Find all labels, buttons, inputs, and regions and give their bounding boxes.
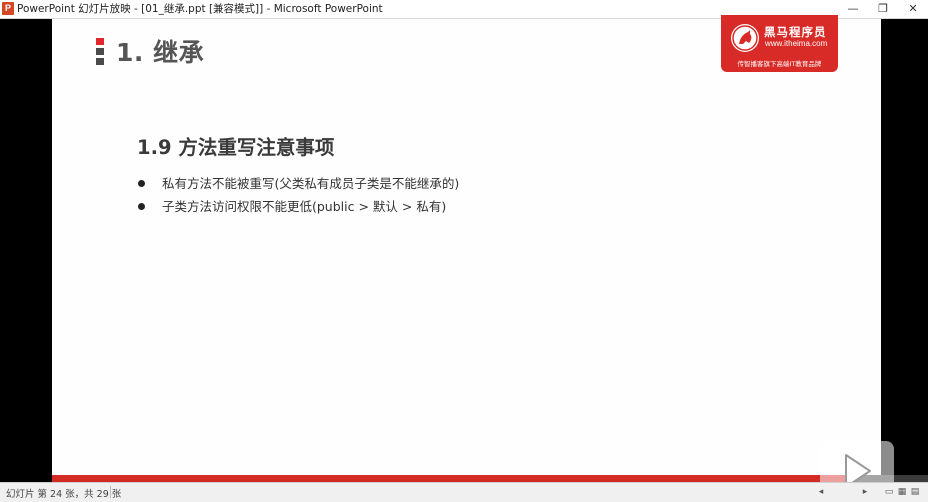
list-item: 子类方法访问权限不能更低(public > 默认 > 私有) — [136, 199, 459, 222]
window-title: PowerPoint 幻灯片放映 - [01_继承.ppt [兼容模式]] - … — [17, 3, 383, 15]
slide[interactable]: 1. 继承 黑马程序员 www.itheima.com 传智播客旗下高端IT教育… — [52, 15, 928, 482]
status-divider — [110, 486, 111, 498]
logo-name: 黑马程序员 — [764, 25, 827, 39]
slide-title: 1. 继承 — [116, 38, 205, 67]
reading-view-icon[interactable]: ▤ — [910, 487, 920, 497]
restore-button[interactable]: ❐ — [868, 0, 898, 18]
status-bar: 幻灯片 第 24 张，共 29 张 ◂ ▸ ▭ ▦ ▤ — [0, 482, 928, 502]
footer-bar — [52, 475, 881, 482]
bullet-text: 子类方法访问权限不能更低(public > 默认 > 私有) — [162, 199, 447, 214]
prev-slide-icon[interactable]: ◂ — [816, 487, 826, 497]
logo-url: www.itheima.com — [765, 39, 828, 48]
title-marker-gray — [96, 58, 104, 65]
slide-sorter-icon[interactable]: ▦ — [897, 487, 907, 497]
title-marker-red — [96, 38, 104, 45]
close-button[interactable]: ✕ — [898, 0, 928, 18]
bullet-text: 私有方法不能被重写(父类私有成员子类是不能继承的) — [162, 176, 460, 191]
bullet-list: 私有方法不能被重写(父类私有成员子类是不能继承的) 子类方法访问权限不能更低(p… — [136, 176, 459, 222]
bullet-dot-icon — [138, 203, 145, 210]
horse-emblem-icon — [731, 24, 759, 52]
slide-counter: 幻灯片 第 24 张，共 29 张 — [6, 489, 122, 500]
slideshow-stage[interactable]: 1. 继承 黑马程序员 www.itheima.com 传智播客旗下高端IT教育… — [0, 15, 928, 482]
next-slide-icon[interactable]: ▸ — [860, 487, 870, 497]
minimize-button[interactable]: — — [838, 0, 868, 18]
list-item: 私有方法不能被重写(父类私有成员子类是不能继承的) — [136, 176, 459, 199]
title-marker-gray — [96, 48, 104, 55]
brand-logo: 黑马程序员 www.itheima.com 传智播客旗下高端IT教育品牌 — [721, 15, 838, 72]
powerpoint-app-icon: P — [2, 2, 14, 15]
logo-tagline: 传智播客旗下高端IT教育品牌 — [737, 60, 822, 68]
normal-view-icon[interactable]: ▭ — [884, 487, 894, 497]
bullet-dot-icon — [138, 180, 145, 187]
section-heading: 1.9 方法重写注意事项 — [137, 136, 335, 159]
